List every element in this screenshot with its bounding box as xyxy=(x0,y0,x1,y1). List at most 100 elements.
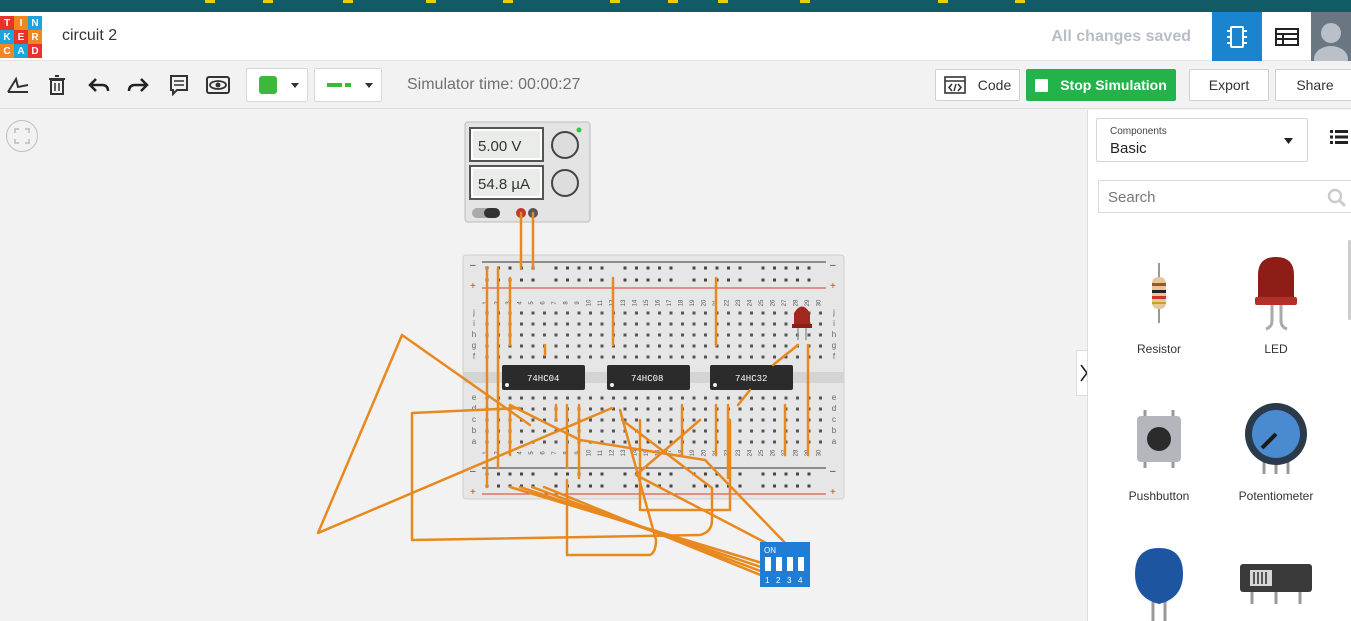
circuit-canvas[interactable]: 5.00 V 54.8 µA 1 1 2 2 3 3 4 4 5 5 6 6 7 7 8 8 9 9 10 10 11 1… xyxy=(0,110,1087,621)
breadboard-hole xyxy=(692,396,696,400)
redo-button[interactable] xyxy=(126,73,150,97)
breadboard-hole xyxy=(704,429,707,433)
component-led[interactable]: LED xyxy=(1226,255,1326,365)
rail-hole xyxy=(796,484,799,488)
breadboard-hole xyxy=(773,418,776,422)
breadboard-hole xyxy=(520,333,523,337)
component-pushbutton[interactable]: Pushbutton xyxy=(1109,402,1209,512)
rail-hole xyxy=(658,266,661,270)
color-dropdown[interactable] xyxy=(246,68,308,102)
wire-type-dropdown[interactable] xyxy=(314,68,382,102)
column-number: 13 xyxy=(621,299,627,306)
breadboard-hole xyxy=(520,344,523,348)
rail-hole xyxy=(635,266,638,270)
component-slide-switch[interactable] xyxy=(1226,542,1326,621)
breadboard-hole xyxy=(704,440,707,444)
stop-simulation-button[interactable]: Stop Simulation xyxy=(1026,69,1176,101)
voltage-knob[interactable] xyxy=(551,131,579,159)
rotate-button[interactable] xyxy=(6,73,30,97)
strip-mark xyxy=(1015,0,1025,3)
list-icon xyxy=(1330,130,1348,144)
breadboard-hole xyxy=(612,418,615,422)
component-capacitor[interactable] xyxy=(1109,542,1209,621)
rail-hole xyxy=(600,472,604,476)
current-knob[interactable] xyxy=(551,169,579,197)
column-number: 28 xyxy=(794,299,800,306)
component-resistor[interactable]: Resistor xyxy=(1109,255,1209,365)
breadboard-hole xyxy=(784,396,788,400)
breadboard-hole xyxy=(761,407,765,411)
rail-hole xyxy=(577,484,581,488)
undo-button[interactable] xyxy=(87,73,111,97)
rail-hole xyxy=(658,472,661,476)
breadboard-hole xyxy=(508,355,512,359)
tinkercad-logo[interactable]: T I N K E R C A D xyxy=(0,16,42,58)
rail-hole xyxy=(704,472,707,476)
chip-label: 74HC32 xyxy=(735,374,767,384)
breadboard-hole xyxy=(658,396,661,400)
breadboard-hole xyxy=(761,396,765,400)
breadboard-hole xyxy=(773,311,776,315)
rail-plus-label: + xyxy=(830,487,836,498)
visibility-button[interactable] xyxy=(206,73,230,97)
rail-hole xyxy=(531,472,535,476)
export-button[interactable]: Export xyxy=(1189,69,1269,101)
column-number: 23 xyxy=(736,299,742,306)
components-dropdown[interactable]: Components Basic xyxy=(1096,118,1308,162)
breadboard-hole xyxy=(773,344,776,348)
rail-hole xyxy=(589,266,592,270)
user-avatar[interactable] xyxy=(1311,12,1351,61)
search-input[interactable]: Search xyxy=(1098,180,1351,213)
rail-hole xyxy=(646,472,650,476)
breadboard-hole xyxy=(658,418,661,422)
breadboard-hole xyxy=(750,311,753,315)
logo-letter: D xyxy=(28,44,42,58)
circuit-view-button[interactable] xyxy=(1212,12,1262,61)
rail-hole xyxy=(623,472,627,476)
chip-74hc08[interactable]: 74HC08 xyxy=(607,365,690,390)
breadboard-hole xyxy=(635,440,638,444)
chip-74hc32[interactable]: 74HC32 xyxy=(710,365,793,390)
document-title[interactable]: circuit 2 xyxy=(62,27,117,45)
breadboard-hole xyxy=(750,396,753,400)
row-letter: b xyxy=(472,426,477,435)
breadboard-hole xyxy=(773,407,776,411)
schematic-view-button[interactable] xyxy=(1262,12,1312,61)
strip-mark xyxy=(263,0,273,3)
breadboard-hole xyxy=(692,407,696,411)
share-button[interactable]: Share xyxy=(1275,69,1351,101)
logo-letter: R xyxy=(28,30,42,44)
breadboard-hole xyxy=(600,344,604,348)
list-view-button[interactable] xyxy=(1330,130,1348,149)
dip-number: 4 xyxy=(798,576,803,585)
breadboard-hole xyxy=(554,355,558,359)
rail-hole xyxy=(658,278,661,282)
breadboard-hole xyxy=(600,355,604,359)
rail-hole xyxy=(554,484,558,488)
code-button[interactable]: Code xyxy=(935,69,1020,101)
breadboard-hole xyxy=(692,418,696,422)
breadboard-hole xyxy=(738,344,742,348)
rail-hole xyxy=(715,484,719,488)
breadboard-hole xyxy=(623,311,627,315)
breadboard-hole xyxy=(589,407,592,411)
rail-hole xyxy=(727,278,730,282)
notes-button[interactable] xyxy=(167,73,191,97)
row-letter: j xyxy=(472,308,475,317)
dip-switch[interactable]: ON 1 2 3 4 xyxy=(760,542,810,587)
breadboard-hole xyxy=(819,355,822,359)
chip-74hc04[interactable]: 74HC04 xyxy=(502,365,585,390)
avatar-icon xyxy=(1314,23,1348,61)
rail-hole xyxy=(600,484,604,488)
breadboard-hole xyxy=(543,429,546,433)
breadboard-hole xyxy=(773,355,776,359)
rail-hole xyxy=(646,484,650,488)
breadboard-hole xyxy=(738,440,742,444)
component-potentiometer[interactable]: Potentiometer xyxy=(1226,402,1326,512)
strip-mark xyxy=(718,0,728,3)
delete-button[interactable] xyxy=(45,73,69,97)
breadboard-hole xyxy=(646,344,650,348)
rail-hole xyxy=(497,484,500,488)
save-status: All changes saved xyxy=(1051,28,1191,45)
power-supply[interactable]: 5.00 V 54.8 µA xyxy=(464,121,591,223)
